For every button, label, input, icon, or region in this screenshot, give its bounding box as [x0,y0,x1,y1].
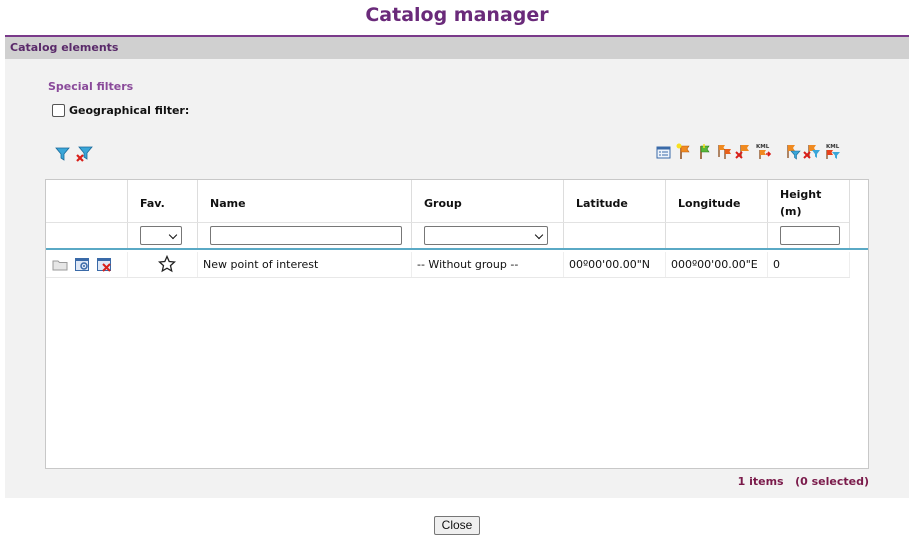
items-count: 1 items (0 selected) [738,475,869,488]
group-cell: -- Without group -- [412,252,564,277]
delete-row-icon[interactable] [96,256,113,273]
geo-filter-label: Geographical filter: [69,104,190,117]
new-flag-icon[interactable] [675,142,693,160]
col-longitude-label: Longitude [678,197,741,210]
items-selected: (0 selected) [795,475,869,488]
col-latitude-label: Latitude [576,197,628,210]
kml-filter-icon[interactable]: KML [823,142,841,160]
group-filter-select[interactable] [424,226,548,245]
flag-delete-icon[interactable] [735,142,753,160]
table-header: Fav. Name Group Latitude Longitude Heigh… [46,180,868,250]
svg-text:KML: KML [826,144,840,150]
geo-filter-checkbox[interactable] [52,104,65,117]
table-row[interactable]: New point of interest -- Without group -… [46,252,850,278]
col-actions [46,180,128,248]
longitude-cell: 000º00'00.00"E [666,252,768,277]
favorite-star-icon[interactable] [157,254,177,277]
row-actions-cell [46,252,128,277]
catalog-toolbar: KML KML [655,142,841,160]
special-filters-heading: Special filters [48,80,134,93]
name-filter-input[interactable] [210,226,402,245]
edit-icon[interactable] [74,256,91,273]
page-title: Catalog manager [365,4,549,26]
fav-cell [128,252,198,277]
items-total: 1 items [737,475,784,488]
geo-filter: Geographical filter: [52,104,189,117]
latitude-cell: 00º00'00.00"N [564,252,666,277]
col-height-label: Height (m) [780,186,821,220]
catalog-table: Fav. Name Group Latitude Longitude Heigh… [45,179,869,469]
svg-text:KML: KML [756,144,770,150]
folder-icon[interactable] [52,256,69,273]
col-longitude[interactable]: Longitude [666,180,768,248]
clear-filter-icon[interactable] [75,145,93,163]
filter-row-separator [46,222,849,223]
col-height-line2: (m) [780,205,802,218]
filter-toolbar [54,145,93,163]
filter-icon[interactable] [54,145,72,163]
height-cell: 0 [768,252,850,277]
name-cell: New point of interest [198,252,412,277]
panel-header: Catalog elements [5,37,909,59]
flag-green-icon[interactable] [695,142,713,160]
flag-filter-icon[interactable] [783,142,801,160]
fav-filter-select[interactable] [140,226,182,245]
col-name-label: Name [210,197,246,210]
col-fav-label: Fav. [140,197,165,210]
col-latitude[interactable]: Latitude [564,180,666,248]
height-filter-input[interactable] [780,226,840,245]
flag-copy-icon[interactable] [715,142,733,160]
catalog-panel: Catalog elements Special filters Geograp… [5,35,909,498]
flag-filter-delete-icon[interactable] [803,142,821,160]
select-list-icon[interactable] [655,142,673,160]
col-group-label: Group [424,197,462,210]
close-button[interactable]: Close [434,516,480,535]
export-kml-icon[interactable]: KML [755,142,773,160]
col-height-line1: Height [780,188,822,201]
